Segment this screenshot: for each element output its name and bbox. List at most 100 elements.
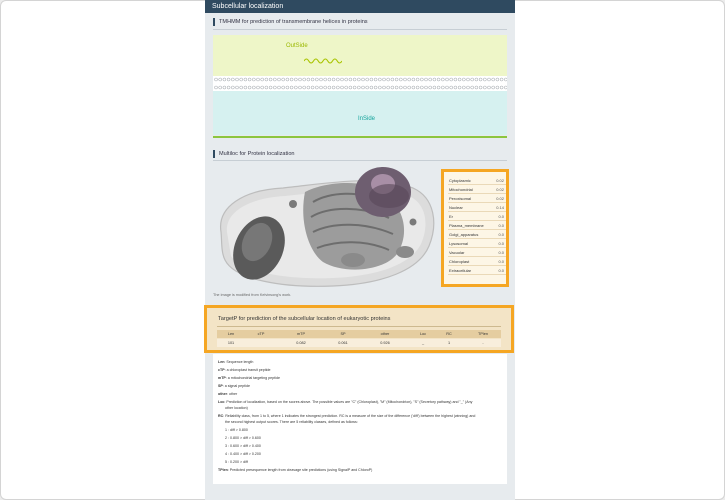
location-score: 0.0 [498,268,504,273]
lipid-head [340,77,344,82]
lipid-head [407,77,411,82]
lipid-head [386,77,390,82]
lipid-head [218,77,222,82]
multiloc-results-table: Cytoplasmic 0.02 Mitochondrial 0.02 Peroxi… [441,169,509,287]
lipid-head [378,77,382,82]
lipid-head [483,85,487,90]
lipid-head [470,77,474,82]
lipid-head [424,85,428,90]
legend-line: 3 : 0.600 > diff > 0.400 [225,444,261,449]
lipid-head [495,85,500,90]
lipid-head [352,77,357,82]
lipid-head [365,77,369,82]
lipid-head [352,85,357,90]
lipid-head [483,77,487,82]
lipid-head [323,85,327,90]
location-name: Cytoplasmic [449,178,471,183]
table-row: Chloroplast 0.0 [448,258,506,266]
lipid-head [390,85,395,90]
lipid-head [327,85,332,90]
lipid-head [235,85,239,90]
location-score: 0.14 [496,205,504,210]
lipid-head [273,77,277,82]
lipid-head [302,85,306,90]
legend-text: : Prediction of localization, based on t… [224,400,473,404]
location-score: 0.02 [496,178,504,183]
lipid-head [281,77,285,82]
legend-text: 3 : 0.600 > diff > 0.400 [225,444,261,448]
lipid-head [226,77,231,82]
legend-text: : a signal peptide [222,384,250,388]
lipid-head [462,85,466,90]
table-cell: 0.061 [338,341,348,345]
legend-line: other location) [225,406,248,411]
lipid-head [252,85,256,90]
lipid-head [268,85,273,90]
location-name: Golgi_apparatus [449,232,479,237]
location-score: 0.02 [496,196,504,201]
cell-illustration [213,162,438,292]
lipid-head [436,85,441,90]
lipid-head [285,77,290,82]
lipid-head [394,85,399,90]
lipid-head [466,77,470,82]
lipid-head [302,77,306,82]
legend-line: mTP: a mitochondrial targeting peptide [218,376,280,381]
lipid-head [504,77,507,82]
lipid-head [331,77,336,82]
lipid-head [373,85,378,90]
legend-text: : other [226,392,238,396]
lipid-head [323,77,327,82]
divider [217,326,501,327]
column-header: other [380,332,390,336]
table-cell: 1 [447,341,451,345]
lipid-head [306,77,311,82]
legend-text: : Sequence length [224,360,254,364]
lipid-head [436,77,441,82]
table-row: Plasma_membrane 0.0 [448,222,506,230]
lipid-head [487,85,491,90]
location-name: Vacuolar [449,250,465,255]
lipid-head [260,77,264,82]
column-header: mTP [296,332,305,336]
lipid-head [499,77,504,82]
table-row: Mitochondrial 0.02 [448,186,506,194]
lipid-head [474,77,479,82]
column-header: RC [446,332,452,336]
lipid-head [273,85,277,90]
table-cell: - [482,341,484,345]
lipid-head [336,85,340,90]
lipid-head [331,85,336,90]
lipid-head [260,85,264,90]
lipid-head [403,77,407,82]
lipid-head [499,85,504,90]
table-cell: _ [421,341,425,345]
legend-line: 5 : 0.200 > diff [225,460,248,465]
lipid-head [382,77,386,82]
legend-key: mTP [218,376,226,380]
lipid-head [310,85,315,90]
legend-line: Loc: Prediction of localization, based o… [218,400,472,405]
lipid-head [214,85,218,90]
lipid-head [373,77,378,82]
lipid-head [357,85,361,90]
targetp-table: Len cTP mTP SP other Loc RC TPlen 101 0.… [217,330,501,350]
location-name: Chloroplast [449,259,470,264]
column-header: cTP [257,332,265,336]
location-score: 0.02 [496,187,504,192]
lipid-head [264,85,269,90]
targetp-section-title: TargetP for prediction of the subcellula… [218,316,391,322]
location-score: 0.0 [498,214,504,219]
legend-text: 5 : 0.200 > diff [225,460,248,464]
table-row: Nuclear 0.14 [448,204,506,212]
lipid-head [256,85,260,90]
lipid-head [298,77,302,82]
multiloc-section-title: Multiloc for Protein localization [213,150,295,158]
lipid-head [239,77,243,82]
lipid-head [453,85,458,90]
lipid-head [226,85,231,90]
legend-text: 2 : 0.800 > diff > 0.600 [225,436,261,440]
lipid-head [222,77,227,82]
legend-line: SP: a signal peptide [218,384,250,389]
lipid-head [420,77,424,82]
